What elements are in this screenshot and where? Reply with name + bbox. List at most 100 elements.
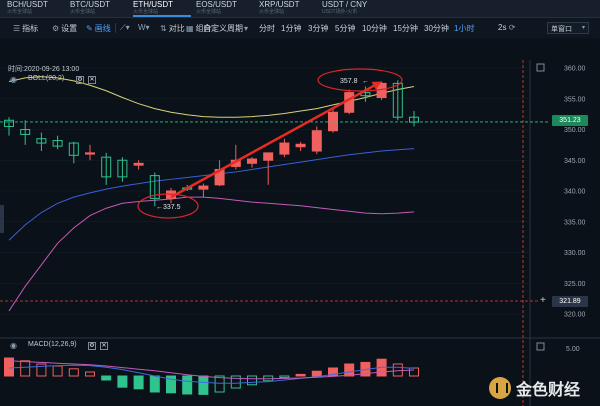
candle-body (85, 152, 95, 155)
tab-pair-label: EOS/USDT (196, 0, 237, 9)
tab-pair-label: BCH/USDT (7, 0, 48, 9)
arrow-left-icon: ← (156, 204, 163, 211)
tab-pair-label: BTC/USDT (70, 0, 110, 9)
candle-body (263, 152, 274, 161)
watermark-logo: 金色财经 (489, 376, 580, 400)
price-tick-label: 345.00 (564, 158, 586, 165)
macd-bar (117, 375, 128, 388)
tab-exchange-label: 火币全球站 (259, 9, 285, 15)
draw-button[interactable]: ✎ 画线 (86, 23, 111, 34)
indicator-settings-icon[interactable]: ⚙ (76, 76, 84, 84)
tab-exchange-label: USDT场外-火币 (322, 9, 358, 15)
period-15min[interactable]: 15分钟 (393, 23, 418, 34)
settings-label: 设置 (61, 24, 78, 33)
toolbar-divider (115, 23, 116, 33)
draw-tool-line[interactable]: ⟋▾ (120, 23, 132, 33)
candle-body (133, 162, 144, 166)
period-3min[interactable]: 3分钟 (308, 23, 328, 34)
macd-bar (295, 373, 306, 377)
price-tick-label: 340.00 (564, 189, 586, 196)
compare-icon: ⇅ (160, 24, 167, 33)
macd-indicator-label: MACD(12,26,9) (28, 341, 77, 348)
compare-label: 对比 (168, 24, 185, 33)
settings-button[interactable]: ⚙ 设置 (52, 23, 77, 34)
candle-body (328, 111, 338, 132)
macd-bar (198, 375, 209, 395)
custom-period-label: 自定义周期 (203, 24, 243, 33)
indicator-settings-icon[interactable]: ⚙ (88, 342, 96, 350)
candlestick-chart[interactable]: 360.00 355.00 350.00 345.00 340.00 335.00 330.… (0, 38, 600, 406)
side-panel-handle[interactable] (0, 205, 4, 233)
draw-label: 画线 (94, 24, 111, 33)
macd-bar (149, 375, 160, 393)
line-tool-icon: ⟋▾ (120, 23, 130, 32)
plus-icon[interactable]: + (540, 295, 546, 306)
crosshair-time-label: 时间:2020-09-26 13:00 (8, 66, 80, 73)
macd-bar (133, 375, 144, 390)
price-tick-label: 360.00 (564, 66, 586, 73)
tab-bch-usdt[interactable]: BCH/USDT 火币全球站 (0, 0, 63, 17)
price-tick-label: 350.00 (564, 127, 586, 134)
period-1min[interactable]: 1分钟 (281, 23, 301, 34)
tab-pair-label: XRP/USDT (259, 0, 300, 9)
eye-icon[interactable]: ◉ (10, 341, 17, 350)
candle-body (311, 130, 322, 152)
period-1hour[interactable]: 1小时 (454, 23, 474, 34)
tab-exchange-label: 火币全球站 (196, 9, 222, 15)
period-30min[interactable]: 30分钟 (424, 23, 449, 34)
watermark-text: 金色财经 (516, 382, 581, 399)
candle-body (198, 185, 209, 190)
wave-tool-icon: W▾ (138, 23, 150, 32)
tab-pair-label: USDT / CNY (322, 0, 368, 9)
refresh-interval[interactable]: 2s ⟳ (498, 23, 517, 32)
tab-exchange-label: 火币全球站 (7, 9, 33, 15)
current-price-tag: 351.23 (552, 115, 588, 126)
grid-icon: ▦ (186, 24, 194, 33)
price-tick-label: 325.00 (564, 281, 586, 288)
macd-bar (311, 370, 322, 377)
tab-btc-usdt[interactable]: BTC/USDT 火币全球站 (63, 0, 126, 17)
chevron-down-icon: ▾ (244, 24, 249, 33)
price-tick-label: 330.00 (564, 250, 586, 257)
tab-xrp-usdt[interactable]: XRP/USDT 火币全球站 (252, 0, 315, 17)
tab-pair-label: ETH/USDT (133, 0, 173, 9)
tab-exchange-label: 火币全球站 (70, 9, 96, 15)
annotation-low-label: 337.5 (163, 204, 181, 211)
period-timeshare[interactable]: 分时 (259, 23, 275, 34)
macd-tick-label: 5.00 (566, 346, 580, 353)
indicators-button[interactable]: ☰ 指标 (13, 23, 38, 34)
custom-period-button[interactable]: 自定义周期▾ (203, 23, 250, 34)
tab-eos-usdt[interactable]: EOS/USDT 火币全球站 (189, 0, 252, 17)
arrow-left-icon: ← (362, 78, 369, 85)
macd-bar (344, 363, 355, 377)
pencil-icon: ✎ (86, 24, 93, 33)
close-icon[interactable]: ✕ (88, 76, 96, 84)
close-icon[interactable]: ✕ (100, 342, 108, 350)
gear-icon: ⚙ (52, 24, 60, 33)
window-mode-value: 单窗口 (551, 26, 572, 33)
annotation-high-label: 357.8 (340, 78, 358, 85)
refresh-icon: ⟳ (508, 23, 516, 32)
pair-tabs: BCH/USDT 火币全球站 BTC/USDT 火币全球站 ETH/USDT 火币全球… (0, 0, 600, 18)
tab-usdt-cny[interactable]: USDT / CNY USDT场外-火币 (315, 0, 378, 17)
period-10min[interactable]: 10分钟 (362, 23, 387, 34)
candle-body (279, 142, 290, 155)
refresh-interval-label: 2s (498, 23, 507, 32)
period-5min[interactable]: 5分钟 (335, 23, 355, 34)
candle-body (247, 158, 257, 164)
price-tick-label: 335.00 (564, 219, 586, 226)
macd-bar (101, 375, 112, 381)
jinse-logo-icon (489, 377, 511, 399)
boll-indicator-label: BOLL(20,2) (28, 75, 65, 82)
price-tick-label: 320.00 (564, 312, 586, 319)
eye-icon[interactable]: ◉ (10, 75, 17, 84)
compare-button[interactable]: ⇅ 对比 (160, 23, 185, 34)
chevron-down-icon: ▾ (581, 25, 585, 31)
window-mode-select[interactable]: 单窗口 ▾ (547, 22, 589, 34)
chart-toolbar: ☰ 指标 ⚙ 设置 ✎ 画线 ⟋▾ W▾ ⇅ 对比 ▦ 组合 自定义周期▾ 分时 1分钟 … (0, 18, 600, 39)
sliders-icon: ☰ (13, 24, 21, 33)
candle-body (295, 143, 306, 148)
indicators-label: 指标 (22, 24, 39, 33)
macd-bar (182, 375, 193, 395)
draw-tool-wave[interactable]: W▾ (138, 23, 152, 32)
